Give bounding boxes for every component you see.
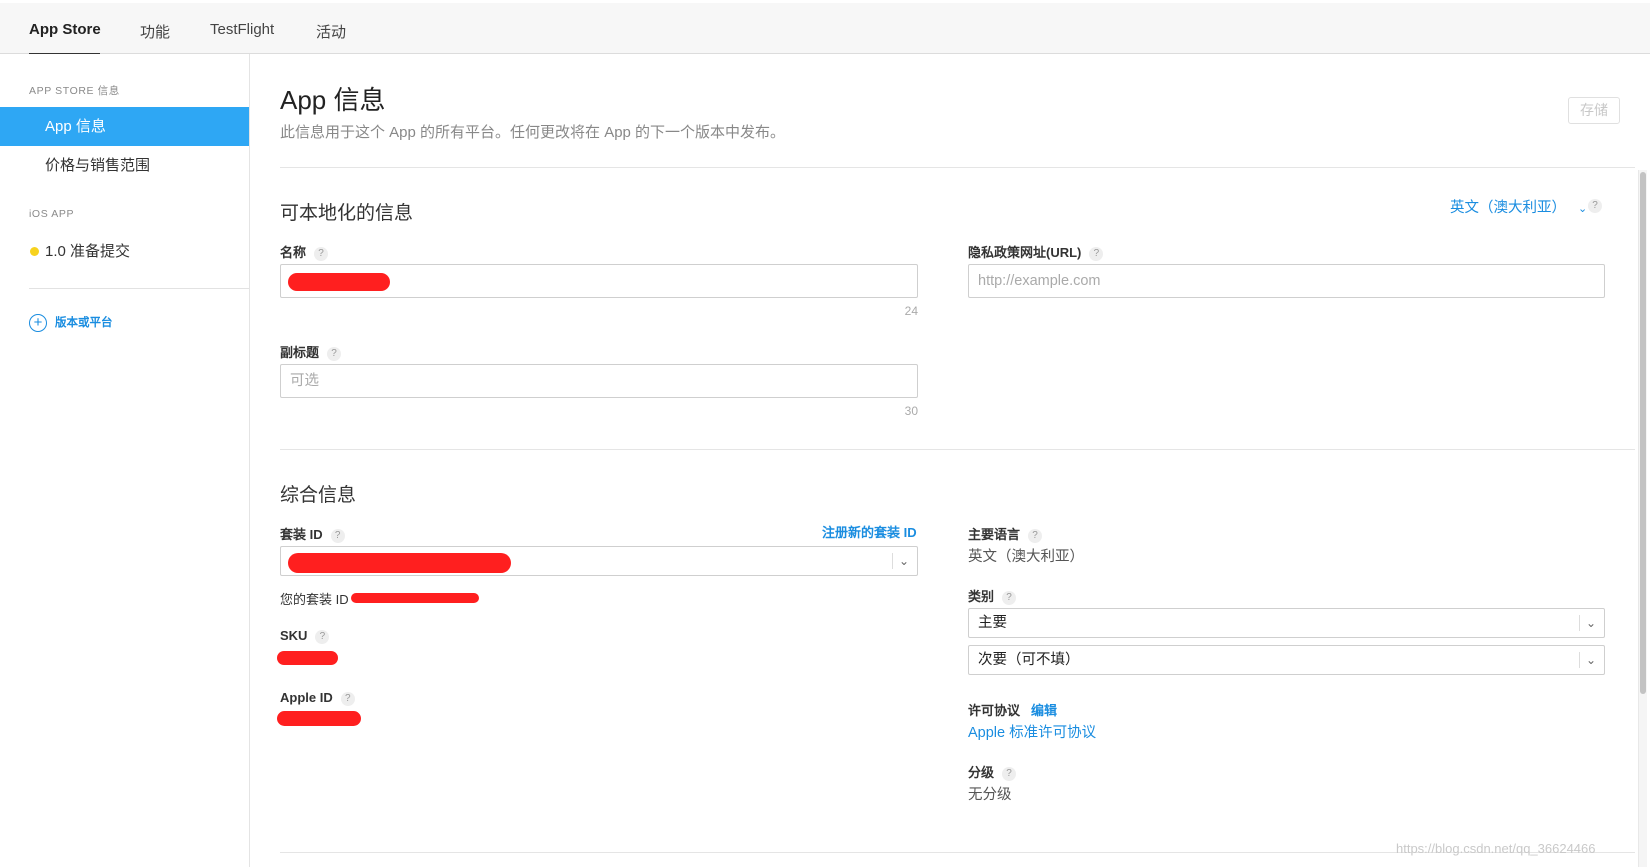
redaction-mark: [288, 273, 390, 291]
sidebar-section-ios: iOS APP: [29, 208, 75, 220]
primary-lang-label-text: 主要语言: [968, 527, 1021, 542]
apple-id-label-text: Apple ID: [280, 690, 333, 705]
help-icon[interactable]: ?: [314, 247, 329, 261]
privacy-url-input[interactable]: http://example.com: [968, 264, 1605, 298]
general-section-title: 综合信息: [280, 485, 357, 506]
license-agreement-link[interactable]: Apple 标准许可协议: [968, 721, 1096, 742]
bundle-label-text: 套装 ID: [280, 527, 323, 542]
help-icon[interactable]: ?: [315, 630, 330, 644]
chevron-down-icon: ⌄: [898, 554, 909, 568]
localizable-section-title: 可本地化的信息: [280, 203, 414, 224]
primary-language-label: 主要语言?: [968, 524, 1043, 543]
tab-activity[interactable]: 活动: [316, 21, 346, 42]
sidebar-divider: [29, 288, 249, 289]
help-icon[interactable]: ?: [1588, 199, 1602, 213]
rating-value: 无分级: [968, 787, 1012, 803]
subtitle-field-label: 副标题?: [280, 342, 342, 361]
language-selector-label: 英文（澳大利亚）: [1450, 200, 1566, 216]
chevron-down-icon: ⌄: [1585, 653, 1596, 667]
sku-label-text: SKU: [280, 628, 308, 643]
add-version-label: 版本或平台: [55, 317, 113, 330]
help-icon[interactable]: ?: [330, 529, 345, 543]
select-separator: [1579, 615, 1580, 631]
name-label-text: 名称: [280, 245, 307, 260]
add-version-link[interactable]: + 版本或平台: [29, 314, 113, 332]
sidebar-item-app-info[interactable]: App 信息: [0, 107, 249, 146]
subtitle-char-count: 30: [904, 404, 918, 418]
category-label-text: 类别: [968, 589, 995, 604]
license-label: 许可协议: [968, 703, 1021, 718]
name-field-label: 名称?: [280, 242, 329, 261]
name-input[interactable]: [280, 264, 918, 298]
register-bundle-link[interactable]: 注册新的套装 ID: [822, 522, 917, 541]
help-icon[interactable]: ?: [1002, 767, 1017, 781]
category-label: 类别?: [968, 586, 1017, 605]
top-nav-bar: App Store 功能 TestFlight 活动: [0, 3, 1650, 55]
select-separator: [892, 553, 893, 569]
language-selector[interactable]: 英文（澳大利亚） ⌄: [1450, 196, 1587, 217]
save-button[interactable]: 存储: [1568, 97, 1620, 124]
help-icon[interactable]: ?: [1089, 247, 1104, 261]
subtitle-input[interactable]: 可选: [280, 364, 918, 398]
privacy-label-text: 隐私政策网址(URL): [968, 245, 1082, 260]
license-edit-link[interactable]: 编辑: [1031, 700, 1057, 719]
primary-category-select[interactable]: 主要 ⌄: [968, 608, 1605, 638]
help-icon[interactable]: ?: [327, 347, 342, 361]
redaction-mark: [288, 553, 511, 573]
chevron-down-icon: ⌄: [1578, 203, 1588, 215]
redaction-mark: [351, 593, 479, 603]
redaction-mark: [277, 711, 361, 726]
sidebar-item-pricing[interactable]: 价格与销售范围: [0, 146, 249, 185]
primary-language-value: 英文（澳大利亚）: [968, 549, 1084, 565]
bundle-id-select[interactable]: ⌄: [280, 546, 918, 576]
scrollbar-thumb[interactable]: [1640, 172, 1646, 694]
sidebar: APP STORE 信息 App 信息 价格与销售范围 iOS APP 1.0 …: [0, 54, 250, 867]
tab-app-store[interactable]: App Store: [29, 21, 101, 38]
help-icon[interactable]: ?: [1028, 529, 1043, 543]
privacy-url-label: 隐私政策网址(URL)?: [968, 242, 1104, 261]
rating-label: 分级?: [968, 762, 1017, 781]
sidebar-section-app-store: APP STORE 信息: [29, 85, 120, 97]
sidebar-item-version[interactable]: 1.0 准备提交: [0, 232, 249, 271]
divider: [280, 449, 1635, 450]
watermark: https://blog.csdn.net/qq_36624466: [1396, 841, 1596, 856]
sku-label: SKU?: [280, 628, 330, 644]
tab-features[interactable]: 功能: [140, 21, 170, 42]
tab-testflight[interactable]: TestFlight: [210, 21, 274, 38]
rating-label-text: 分级: [968, 765, 995, 780]
primary-category-value: 主要: [978, 615, 1007, 631]
page-subtitle: 此信息用于这个 App 的所有平台。任何更改将在 App 的下一个版本中发布。: [280, 124, 786, 141]
redaction-mark: [277, 651, 338, 665]
name-char-count: 24: [904, 304, 918, 318]
plus-circle-icon: +: [29, 314, 47, 332]
help-icon[interactable]: ?: [1002, 591, 1017, 605]
secondary-category-value: 次要（可不填）: [978, 652, 1080, 668]
secondary-category-select[interactable]: 次要（可不填） ⌄: [968, 645, 1605, 675]
bundle-id-label: 套装 ID?: [280, 524, 345, 543]
subtitle-label-text: 副标题: [280, 345, 320, 360]
page-title: App 信息: [280, 85, 386, 115]
select-separator: [1579, 652, 1580, 668]
help-icon[interactable]: ?: [340, 692, 355, 706]
divider: [280, 167, 1635, 168]
chevron-down-icon: ⌄: [1585, 616, 1596, 630]
apple-id-label: Apple ID?: [280, 690, 355, 706]
your-bundle-id-label: 您的套装 ID: [280, 592, 349, 607]
